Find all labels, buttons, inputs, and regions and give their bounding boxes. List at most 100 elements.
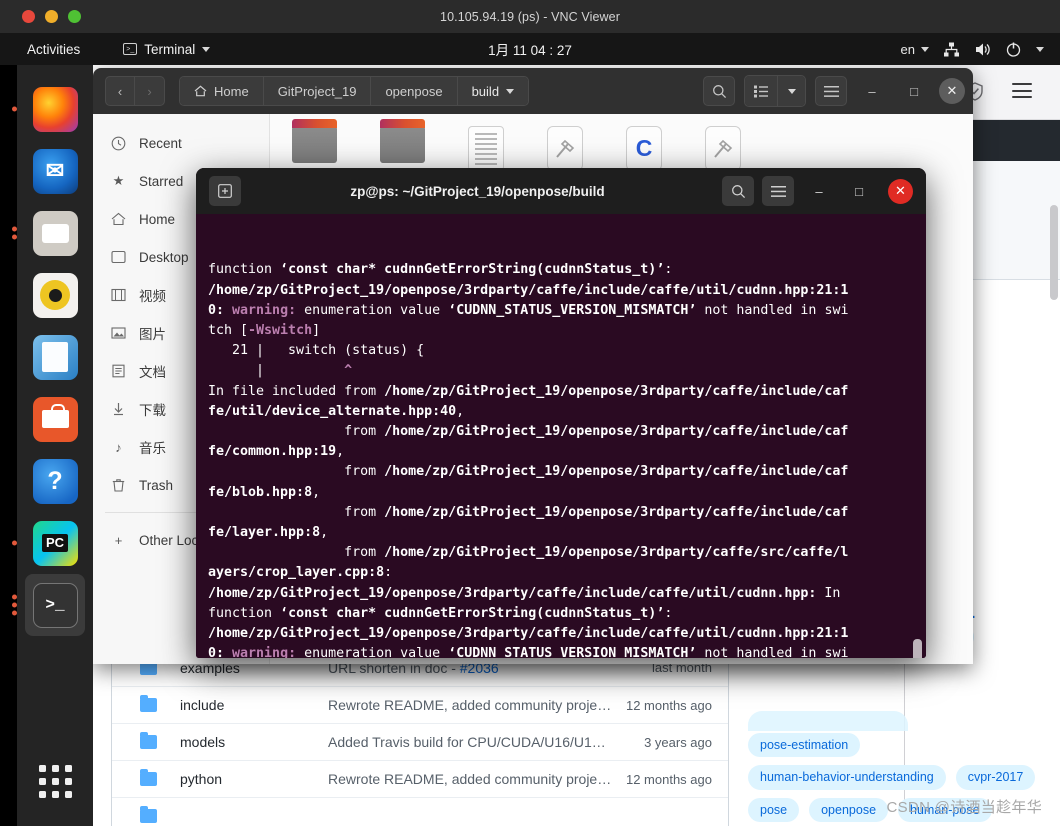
breadcrumb-item-gitproject[interactable]: GitProject_19: [264, 77, 372, 105]
dock-item-help[interactable]: ?: [25, 450, 85, 512]
chevron-down-icon[interactable]: [506, 89, 514, 94]
watermark: CSDN @诗酒当趁年华: [887, 796, 1043, 817]
topic-chip[interactable]: cvpr-2017: [956, 765, 1036, 789]
terminal-line: from /home/zp/GitProject_19/openpose/3rd…: [208, 462, 916, 482]
nautilus-nav-buttons: ‹ ›: [105, 76, 165, 106]
minimize-icon[interactable]: [45, 10, 58, 23]
browser-menu-icon[interactable]: [1012, 83, 1032, 98]
terminal-line: function ‘const char* cudnnGetErrorStrin…: [208, 260, 916, 280]
text-file-icon[interactable]: [468, 126, 504, 171]
topic-chip[interactable]: openpose: [809, 798, 888, 822]
terminal-window[interactable]: zp@ps: ~/GitProject_19/openpose/build – …: [196, 168, 926, 658]
forward-button[interactable]: ›: [135, 76, 165, 106]
activities-button[interactable]: Activities: [27, 42, 80, 57]
dock-item-thunderbird[interactable]: ✉: [25, 140, 85, 202]
folder-icon[interactable]: [380, 126, 425, 163]
maximize-button[interactable]: □: [897, 74, 931, 108]
search-icon[interactable]: [722, 176, 754, 206]
table-row[interactable]: models Added Travis build for CPU/CUDA/U…: [112, 723, 728, 760]
home-icon: [194, 85, 207, 97]
files-icon: [33, 211, 78, 256]
topic-chip[interactable]: pose-estimation: [748, 733, 860, 757]
videos-icon: [110, 287, 127, 304]
view-options-chevron-down-icon[interactable]: [777, 76, 805, 106]
music-icon: ♪: [110, 439, 127, 456]
terminal-output[interactable]: function ‘const char* cudnnGetErrorStrin…: [196, 214, 926, 658]
dock-item-firefox[interactable]: [25, 78, 85, 140]
breadcrumb: Home GitProject_19 openpose build: [179, 76, 529, 106]
minimize-button[interactable]: –: [855, 74, 889, 108]
pictures-icon: [110, 325, 127, 342]
breadcrumb-label: build: [472, 84, 499, 99]
terminal-line: | ^: [208, 361, 916, 381]
file-name[interactable]: python: [180, 771, 328, 787]
topic-chip[interactable]: pose: [748, 798, 799, 822]
terminal-lines: function ‘const char* cudnnGetErrorStrin…: [208, 260, 916, 658]
cmake-file-icon[interactable]: [547, 126, 583, 171]
terminal-line: from /home/zp/GitProject_19/openpose/3rd…: [208, 543, 916, 563]
topic-chip[interactable]: human-behavior-understanding: [748, 765, 946, 789]
power-icon[interactable]: [1005, 41, 1022, 58]
view-mode-group: [744, 75, 806, 107]
new-tab-icon[interactable]: [209, 176, 241, 206]
network-icon[interactable]: [943, 41, 960, 58]
breadcrumb-item-openpose[interactable]: openpose: [371, 77, 457, 105]
close-button[interactable]: ✕: [888, 179, 913, 204]
running-indicator: [12, 541, 17, 546]
dock-item-ubuntu-software[interactable]: [25, 388, 85, 450]
folder-icon[interactable]: [292, 126, 337, 163]
dock-item-rhythmbox[interactable]: [25, 264, 85, 326]
breadcrumb-item-home[interactable]: Home: [180, 77, 264, 105]
breadcrumb-item-build[interactable]: build: [458, 77, 528, 105]
folder-icon: [140, 735, 157, 749]
table-row[interactable]: python Rewrote README, added community p…: [112, 760, 728, 797]
nautilus-headerbar: ‹ › Home GitProject_19 openpose build: [93, 68, 973, 114]
page-scrollbar[interactable]: [1050, 205, 1058, 300]
commit-message: Rewrote README, added community proje…: [328, 697, 626, 713]
sidebar-item-recent[interactable]: Recent: [93, 124, 269, 162]
plus-icon: +: [110, 532, 127, 549]
keyboard-layout-indicator[interactable]: en: [901, 42, 929, 57]
c-source-file-icon[interactable]: C: [626, 126, 662, 171]
chevron-down-icon: [921, 47, 929, 52]
commit-age: 12 months ago: [626, 772, 728, 787]
close-button[interactable]: ✕: [939, 78, 965, 104]
running-indicator: [12, 227, 17, 240]
dock-item-libreoffice[interactable]: [25, 326, 85, 388]
search-icon[interactable]: [703, 76, 735, 106]
terminal-scrollbar[interactable]: [913, 639, 922, 658]
breadcrumb-label: openpose: [385, 84, 442, 99]
trash-icon: [110, 477, 127, 494]
close-icon[interactable]: [22, 10, 35, 23]
maximize-icon[interactable]: [68, 10, 81, 23]
chevron-down-icon: [202, 47, 210, 52]
hamburger-menu-icon[interactable]: [762, 176, 794, 206]
dock-item-terminal[interactable]: >_: [25, 574, 85, 636]
show-applications-grid-icon[interactable]: [39, 765, 72, 798]
folder-icon: [140, 772, 157, 786]
dock-item-pycharm[interactable]: PC: [25, 512, 85, 574]
table-row[interactable]: include Rewrote README, added community …: [112, 686, 728, 723]
chevron-down-icon[interactable]: [1036, 47, 1044, 52]
cmake-file-icon[interactable]: [705, 126, 741, 171]
file-name[interactable]: include: [180, 697, 328, 713]
terminal-line: 21 | switch (status) {: [208, 341, 916, 361]
star-icon: ★: [110, 173, 127, 190]
thunderbird-icon: ✉: [33, 149, 78, 194]
list-view-icon[interactable]: [745, 76, 777, 106]
terminal-headerbar: zp@ps: ~/GitProject_19/openpose/build – …: [196, 168, 926, 214]
breadcrumb-label: GitProject_19: [278, 84, 357, 99]
downloads-icon: [110, 401, 127, 418]
maximize-button[interactable]: □: [844, 176, 874, 206]
volume-icon[interactable]: [974, 41, 991, 58]
minimize-button[interactable]: –: [804, 176, 834, 206]
app-menu-button[interactable]: >_ Terminal: [123, 42, 210, 57]
terminal-icon: >_: [123, 43, 137, 55]
file-name[interactable]: models: [180, 734, 328, 750]
dock-item-files[interactable]: [25, 202, 85, 264]
table-row[interactable]: [112, 797, 728, 826]
hamburger-menu-icon[interactable]: [815, 76, 847, 106]
terminal-line: fe/blob.hpp:8,: [208, 483, 916, 503]
terminal-line: fe/layer.hpp:8,: [208, 523, 916, 543]
back-button[interactable]: ‹: [105, 76, 135, 106]
